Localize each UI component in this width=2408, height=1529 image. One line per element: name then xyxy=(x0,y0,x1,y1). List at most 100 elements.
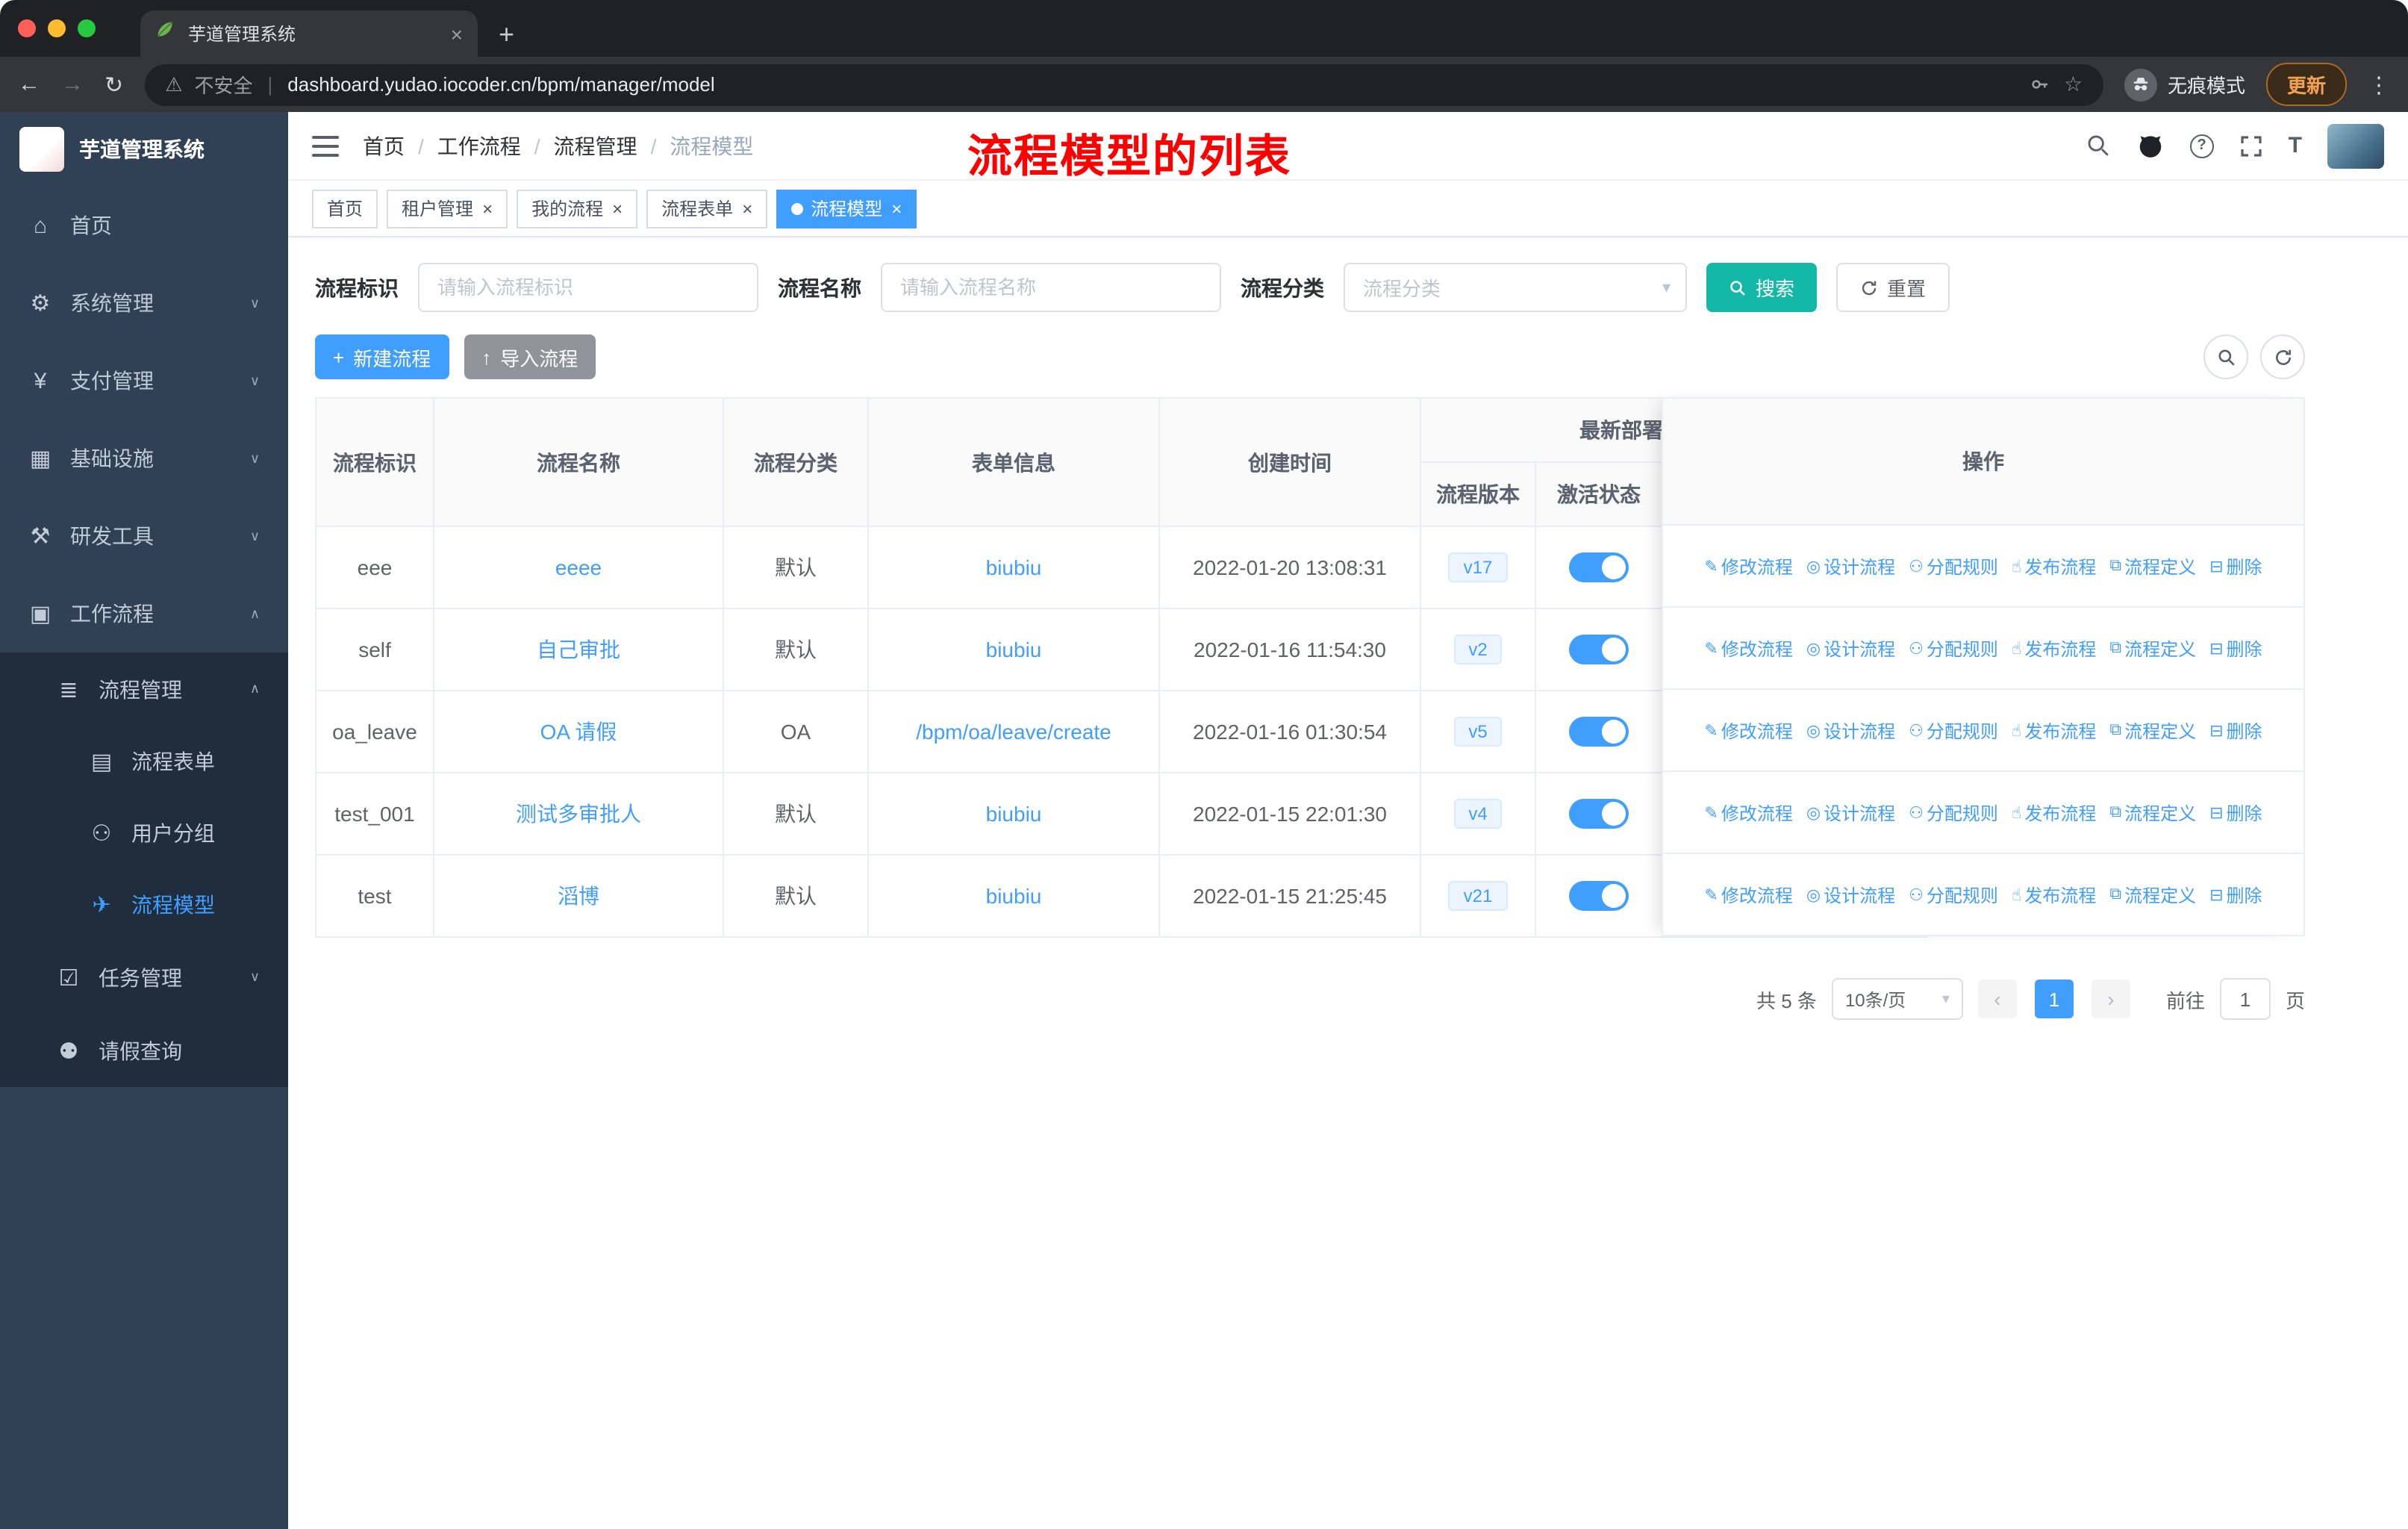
edit-process-link[interactable]: ✎ 修改流程 xyxy=(1704,882,1792,908)
version-badge[interactable]: v17 xyxy=(1448,552,1508,582)
url-text[interactable]: dashboard.yudao.iocoder.cn/bpm/manager/m… xyxy=(287,73,2018,96)
breadcrumb-home[interactable]: 首页 xyxy=(363,131,405,161)
process-name-link[interactable]: OA 请假 xyxy=(540,720,617,744)
edit-process-link[interactable]: ✎ 修改流程 xyxy=(1704,717,1792,743)
font-size-icon[interactable]: T xyxy=(2289,133,2302,158)
breadcrumb-workflow[interactable]: 工作流程 xyxy=(437,131,521,161)
window-controls[interactable] xyxy=(0,0,113,57)
form-info-link[interactable]: biubiu xyxy=(986,802,1042,826)
collapse-sidebar-icon[interactable] xyxy=(312,135,339,156)
deploy-process-link[interactable]: ☝ 发布流程 xyxy=(2012,635,2096,661)
browser-tab[interactable]: 芋道管理系统 × xyxy=(140,10,478,57)
process-category-select[interactable]: 流程分类 ▾ xyxy=(1344,263,1687,312)
active-toggle[interactable] xyxy=(1569,881,1629,911)
assign-rule-link[interactable]: ⚇ 分配规则 xyxy=(1909,800,1998,825)
edit-process-link[interactable]: ✎ 修改流程 xyxy=(1704,635,1792,661)
process-name-link[interactable]: eeee xyxy=(555,555,602,579)
address-bar[interactable]: ⚠ 不安全 | dashboard.yudao.iocoder.cn/bpm/m… xyxy=(144,63,2103,105)
tag-close-icon[interactable]: × xyxy=(612,198,623,219)
assign-rule-link[interactable]: ⚇ 分配规则 xyxy=(1909,882,1998,908)
tag-process-model[interactable]: 流程模型 × xyxy=(776,189,917,228)
tag-tenant[interactable]: 租户管理 × xyxy=(387,189,508,228)
new-tab-button[interactable]: + xyxy=(499,19,514,51)
fullscreen-icon[interactable] xyxy=(2239,134,2263,158)
next-page-button[interactable]: › xyxy=(2091,980,2130,1018)
create-process-button[interactable]: + 新建流程 xyxy=(315,334,449,379)
refresh-table-button[interactable] xyxy=(2260,334,2305,379)
user-avatar[interactable] xyxy=(2327,123,2384,168)
tab-close-icon[interactable]: × xyxy=(451,22,463,46)
bookmark-star-icon[interactable]: ☆ xyxy=(2064,72,2083,97)
process-name-link[interactable]: 滔博 xyxy=(558,884,599,908)
form-info-link[interactable]: biubiu xyxy=(986,555,1042,579)
tag-home[interactable]: 首页 xyxy=(312,189,378,228)
sidebar-item-process-model[interactable]: ✈ 流程模型 xyxy=(0,869,288,941)
sidebar-item-task-mgmt[interactable]: ☑ 任务管理 ∨ xyxy=(0,941,288,1014)
version-badge[interactable]: v2 xyxy=(1453,635,1503,664)
active-toggle[interactable] xyxy=(1569,552,1629,582)
design-process-link[interactable]: ◎ 设计流程 xyxy=(1806,717,1895,743)
version-badge[interactable]: v4 xyxy=(1453,799,1503,829)
minimize-window-button[interactable] xyxy=(48,19,66,37)
version-badge[interactable]: v21 xyxy=(1448,881,1508,911)
sidebar-item-home[interactable]: ⌂ 首页 xyxy=(0,187,288,264)
design-process-link[interactable]: ◎ 设计流程 xyxy=(1806,553,1895,579)
tag-close-icon[interactable]: × xyxy=(742,198,752,219)
form-info-link[interactable]: /bpm/oa/leave/create xyxy=(916,720,1111,744)
assign-rule-link[interactable]: ⚇ 分配规则 xyxy=(1909,717,1998,743)
sidebar-item-process-mgmt[interactable]: ≣ 流程管理 ∧ xyxy=(0,653,288,726)
back-button[interactable]: ← xyxy=(18,72,40,97)
sidebar-item-workflow[interactable]: ▣ 工作流程 ∧ xyxy=(0,575,288,653)
tag-my-process[interactable]: 我的流程 × xyxy=(517,189,638,228)
goto-page-input[interactable] xyxy=(2219,978,2271,1020)
process-name-link[interactable]: 测试多审批人 xyxy=(516,802,641,826)
design-process-link[interactable]: ◎ 设计流程 xyxy=(1806,800,1895,825)
delete-link[interactable]: ⊟ 删除 xyxy=(2209,882,2262,908)
tag-process-form[interactable]: 流程表单 × xyxy=(646,189,768,228)
active-toggle[interactable] xyxy=(1569,717,1629,747)
github-icon[interactable] xyxy=(2136,131,2165,160)
edit-process-link[interactable]: ✎ 修改流程 xyxy=(1704,800,1792,825)
design-process-link[interactable]: ◎ 设计流程 xyxy=(1806,882,1895,908)
sidebar-item-payment[interactable]: ¥ 支付管理 ∨ xyxy=(0,342,288,420)
browser-update-button[interactable]: 更新 xyxy=(2265,63,2347,106)
sidebar-item-devtools[interactable]: ⚒ 研发工具 ∨ xyxy=(0,497,288,575)
deploy-process-link[interactable]: ☝ 发布流程 xyxy=(2012,882,2096,908)
search-icon[interactable] xyxy=(2086,133,2111,158)
active-toggle[interactable] xyxy=(1569,799,1629,829)
sidebar-item-system[interactable]: ⚙ 系统管理 ∨ xyxy=(0,264,288,342)
process-name-input[interactable] xyxy=(881,263,1221,312)
version-badge[interactable]: v5 xyxy=(1453,717,1503,747)
delete-link[interactable]: ⊟ 删除 xyxy=(2209,717,2262,743)
process-definition-link[interactable]: ⧉ 流程定义 xyxy=(2109,717,2196,743)
deploy-process-link[interactable]: ☝ 发布流程 xyxy=(2012,717,2096,743)
security-warning-icon[interactable]: ⚠ xyxy=(165,72,182,96)
deploy-process-link[interactable]: ☝ 发布流程 xyxy=(2012,553,2096,579)
close-window-button[interactable] xyxy=(18,19,36,37)
process-definition-link[interactable]: ⧉ 流程定义 xyxy=(2109,800,2196,825)
show-search-toggle-button[interactable] xyxy=(2203,334,2248,379)
search-button[interactable]: 搜索 xyxy=(1706,263,1818,312)
process-definition-link[interactable]: ⧉ 流程定义 xyxy=(2109,553,2196,579)
process-definition-link[interactable]: ⧉ 流程定义 xyxy=(2109,882,2196,908)
prev-page-button[interactable]: ‹ xyxy=(1977,980,2017,1018)
reload-button[interactable]: ↻ xyxy=(105,71,123,98)
assign-rule-link[interactable]: ⚇ 分配规则 xyxy=(1909,553,1998,579)
tag-close-icon[interactable]: × xyxy=(891,198,902,219)
assign-rule-link[interactable]: ⚇ 分配规则 xyxy=(1909,635,1998,661)
delete-link[interactable]: ⊟ 删除 xyxy=(2209,553,2262,579)
process-definition-link[interactable]: ⧉ 流程定义 xyxy=(2109,635,2196,661)
sidebar-item-infra[interactable]: ▦ 基础设施 ∨ xyxy=(0,420,288,497)
tag-close-icon[interactable]: × xyxy=(482,198,493,219)
process-id-input[interactable] xyxy=(418,263,758,312)
delete-link[interactable]: ⊟ 删除 xyxy=(2209,635,2262,661)
sidebar-item-process-form[interactable]: ▤ 流程表单 xyxy=(0,726,288,797)
form-info-link[interactable]: biubiu xyxy=(986,884,1042,908)
deploy-process-link[interactable]: ☝ 发布流程 xyxy=(2012,800,2096,825)
delete-link[interactable]: ⊟ 删除 xyxy=(2209,800,2262,825)
design-process-link[interactable]: ◎ 设计流程 xyxy=(1806,635,1895,661)
browser-menu-icon[interactable]: ⋮ xyxy=(2368,71,2390,98)
reset-button[interactable]: 重置 xyxy=(1836,263,1950,312)
incognito-indicator[interactable]: 无痕模式 xyxy=(2124,68,2245,101)
forward-button[interactable]: → xyxy=(61,72,84,97)
